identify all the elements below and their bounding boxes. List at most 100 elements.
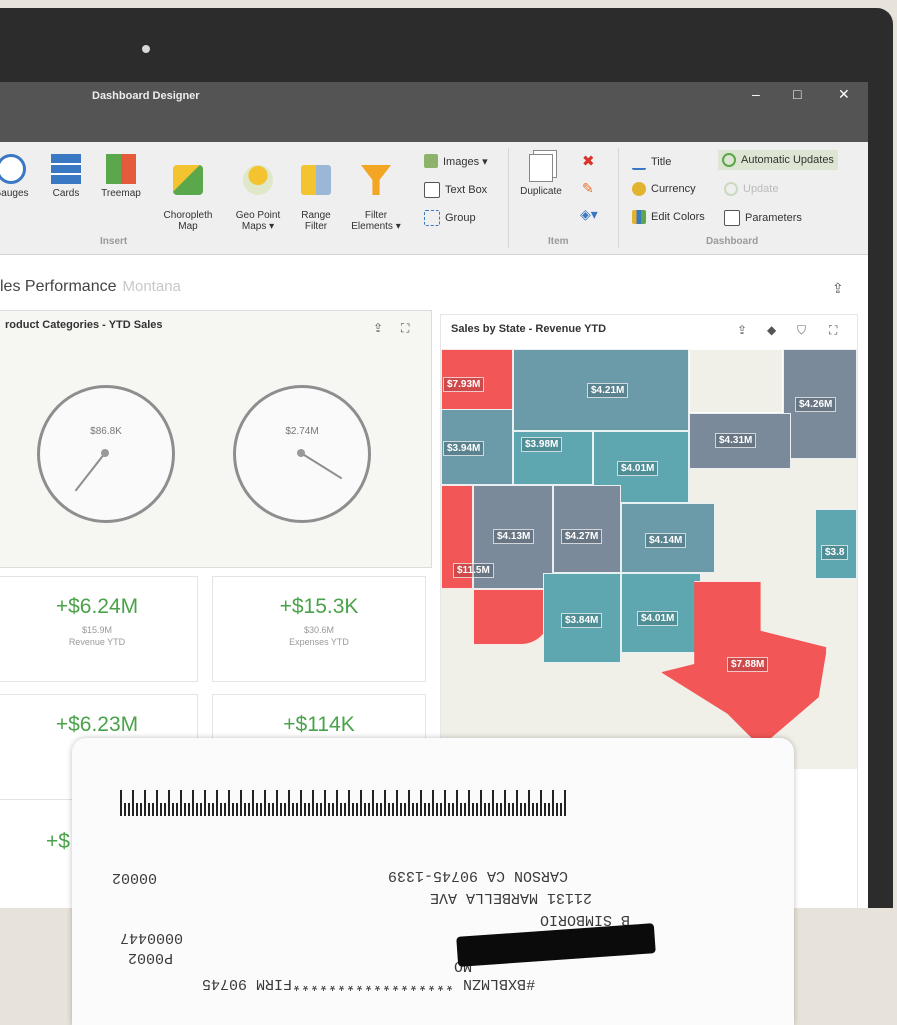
automatic-updates-button[interactable]: Automatic Updates — [718, 150, 838, 170]
barcode-bar — [228, 790, 230, 816]
parameters-button[interactable]: Parameters — [724, 210, 802, 226]
barcode-bar — [276, 790, 278, 816]
barcode-bar — [300, 790, 302, 816]
text-box-icon — [424, 182, 440, 198]
export-icon[interactable]: ⇪ — [373, 321, 383, 335]
barcode-bar — [288, 790, 290, 816]
cards-label: Cards — [52, 188, 80, 199]
filter-elements-tool[interactable]: Filter Elements ▾ — [344, 154, 408, 232]
barcode-bar — [200, 803, 202, 816]
update-button[interactable]: Update — [724, 182, 778, 196]
barcode-bar — [264, 790, 266, 816]
cards-tool[interactable]: Cards — [44, 154, 88, 199]
dashboard-title-text: les Performance — [0, 278, 117, 295]
barcode-bar — [528, 790, 530, 816]
clear-filter-icon[interactable]: ⛉ — [797, 323, 806, 338]
barcode-bar — [436, 803, 438, 816]
barcode-bar — [248, 803, 250, 816]
postal-barcode — [120, 788, 566, 816]
barcode-bar — [516, 790, 518, 816]
update-icon — [724, 182, 738, 196]
export-icon[interactable]: ⇪ — [832, 280, 844, 297]
edit-colors-label: Edit Colors — [651, 211, 705, 223]
maximize-icon[interactable]: ⛶ — [401, 321, 409, 336]
delete-item-button[interactable]: ✖ — [582, 152, 595, 170]
gauges-tool[interactable]: Gauges — [0, 154, 36, 199]
gauge-value: $2.74M — [285, 426, 319, 437]
barcode-bar — [416, 803, 418, 816]
gauge-needle — [74, 452, 106, 492]
geo-point-maps-tool[interactable]: Geo Point Maps ▾ — [228, 154, 288, 232]
mailer-text: P0002 — [128, 949, 174, 966]
ribbon-separator — [508, 148, 509, 248]
maximize-button[interactable]: □ — [793, 86, 801, 102]
choropleth-map-tool[interactable]: Choropleth Map — [156, 154, 220, 232]
parameters-label: Parameters — [745, 212, 802, 224]
barcode-bar — [532, 803, 534, 816]
choropleth-map[interactable]: $7.93M $4.21M $4.26M $3.94M $3.98M $4.31… — [441, 349, 857, 769]
funnel-icon — [361, 165, 391, 195]
gauge-hub — [297, 449, 305, 457]
barcode-bar — [176, 803, 178, 816]
close-button[interactable]: ✕ — [838, 86, 850, 103]
barcode-bar — [316, 803, 318, 816]
barcode-bar — [332, 803, 334, 816]
barcode-bar — [324, 790, 326, 816]
barcode-bar — [428, 803, 430, 816]
mailer-text: 21131 MARBELLA AVE — [430, 889, 593, 906]
gauge-value: $86.8K — [90, 426, 122, 437]
image-icon — [424, 154, 438, 168]
edit-colors-button[interactable]: Edit Colors — [632, 210, 705, 224]
text-box-button[interactable]: Text Box — [424, 182, 487, 198]
state-value-label: $7.93M — [443, 377, 485, 392]
title-icon — [632, 154, 646, 170]
range-filter-tool[interactable]: Range Filter — [294, 154, 338, 232]
barcode-bar — [388, 803, 390, 816]
duplicate-button[interactable]: Duplicate — [514, 154, 568, 197]
more-item-options-button[interactable]: ◈▾ — [580, 206, 598, 223]
barcode-bar — [440, 803, 442, 816]
barcode-bar — [412, 803, 414, 816]
barcode-bar — [124, 803, 126, 816]
barcode-bar — [128, 803, 130, 816]
card-label: Expenses YTD — [289, 637, 349, 647]
barcode-bar — [284, 803, 286, 816]
clear-button[interactable]: ✎ — [582, 180, 594, 197]
minimize-button[interactable]: – — [752, 86, 760, 102]
currency-button[interactable]: Currency — [632, 182, 696, 196]
barcode-bar — [460, 803, 462, 816]
barcode-bar — [212, 803, 214, 816]
state-shape[interactable] — [815, 509, 857, 579]
geo-point-label: Geo Point Maps ▾ — [235, 210, 281, 232]
state-value-label: $4.01M — [637, 611, 679, 626]
choropleth-map-icon — [173, 165, 203, 195]
barcode-bar — [432, 790, 434, 816]
barcode-bar — [216, 790, 218, 816]
barcode-bar — [168, 790, 170, 816]
window-titlebar: Dashboard Designer – □ ✕ — [0, 82, 868, 142]
barcode-bar — [376, 803, 378, 816]
barcode-bar — [540, 790, 542, 816]
state-shape[interactable] — [473, 589, 551, 645]
export-icon[interactable]: ⇪ — [737, 323, 747, 337]
currency-label: Currency — [651, 183, 696, 195]
gauge-hub — [101, 449, 109, 457]
group-button[interactable]: Group — [424, 210, 476, 226]
kpi-card: +$15.3K $30.6M Expenses YTD — [212, 576, 426, 682]
mailer-text: #BXBLMZN ******************FIRM 90745 — [202, 975, 536, 992]
title-button[interactable]: Title — [632, 154, 671, 170]
barcode-bar — [192, 790, 194, 816]
maximize-icon[interactable]: ⛶ — [829, 323, 837, 338]
barcode-bar — [164, 803, 166, 816]
state-value-label: $4.21M — [587, 383, 629, 398]
mailer-text: 00002 — [112, 869, 158, 886]
barcode-bar — [552, 790, 554, 816]
images-button[interactable]: Images ▾ — [424, 154, 488, 168]
barcode-bar — [464, 803, 466, 816]
state-shape[interactable] — [689, 349, 783, 413]
barcode-bar — [496, 803, 498, 816]
layers-icon[interactable]: ◆ — [767, 323, 776, 337]
state-value-label: $11.5M — [453, 563, 494, 578]
barcode-bar — [456, 790, 458, 816]
treemap-tool[interactable]: Treemap — [96, 154, 146, 199]
